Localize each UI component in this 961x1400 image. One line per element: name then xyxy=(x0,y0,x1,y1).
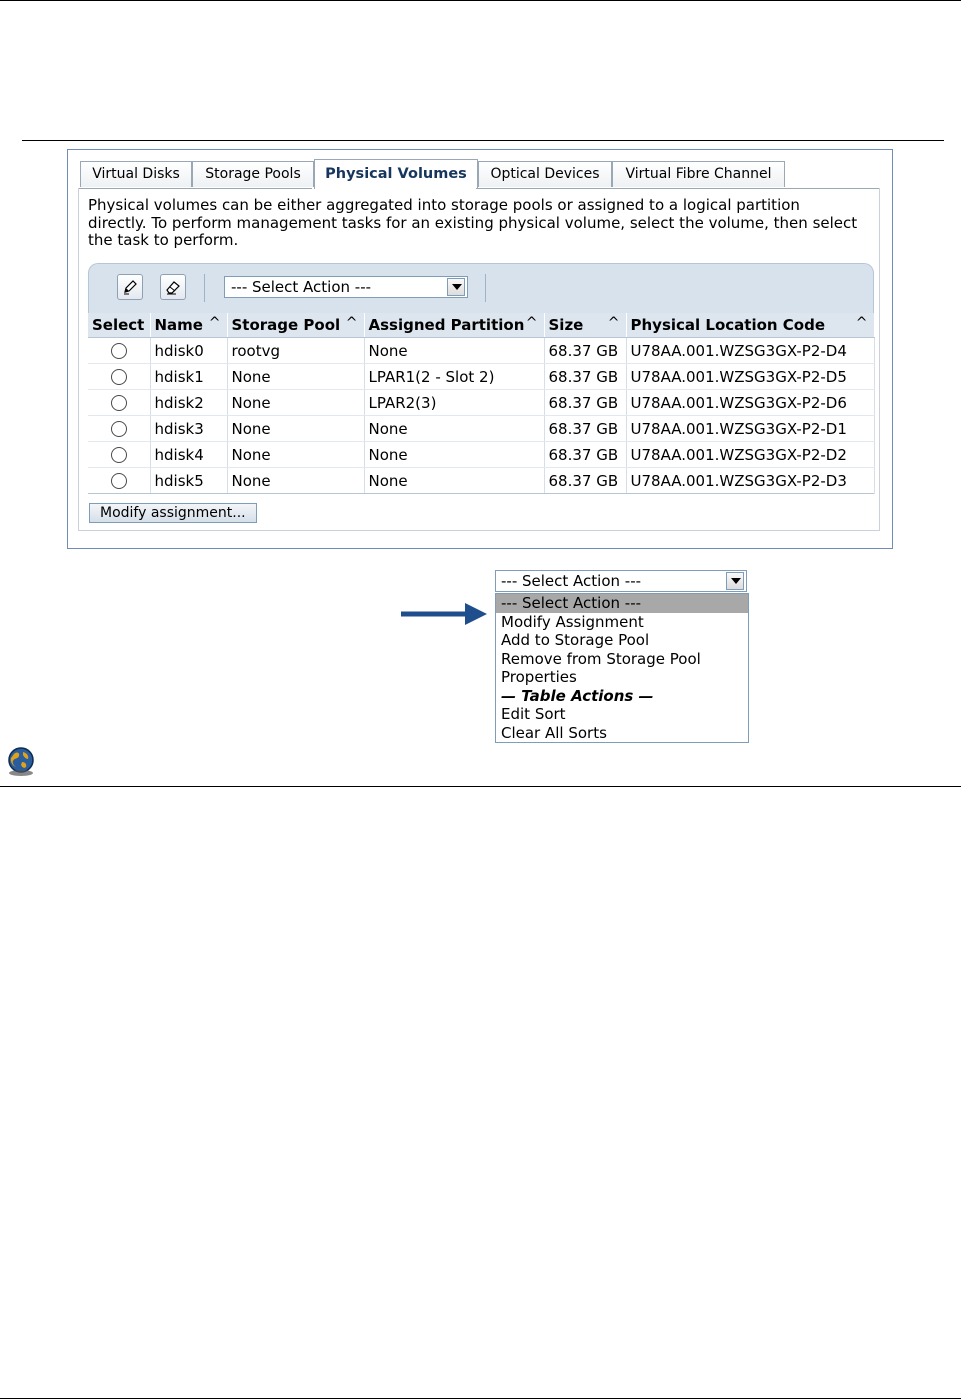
table-header-row: Select Name ^ Storage Pool ^ Assigned Part… xyxy=(88,313,875,338)
cell-storage-pool: None xyxy=(227,363,365,390)
cell-location-code: U78AA.001.WZSG3GX-P2-D5 xyxy=(626,363,875,390)
option-add-to-storage-pool[interactable]: Add to Storage Pool xyxy=(496,631,748,650)
row-select-radio[interactable] xyxy=(110,369,127,385)
cell-name: hdisk3 xyxy=(150,415,228,442)
chevron-down-icon[interactable] xyxy=(726,572,744,590)
cell-size: 68.37 GB xyxy=(544,467,627,494)
option-modify-assignment[interactable]: Modify Assignment xyxy=(496,613,748,632)
toolbar-separator xyxy=(204,274,205,302)
row-select-radio[interactable] xyxy=(110,343,127,359)
page-bottom-rule xyxy=(0,1398,961,1399)
header-rule xyxy=(22,140,944,141)
modify-assignment-button[interactable]: Modify assignment... xyxy=(89,503,257,523)
cell-name: hdisk2 xyxy=(150,389,228,416)
select-action-value: --- Select Action --- xyxy=(501,572,642,590)
cell-name: hdisk5 xyxy=(150,467,228,494)
table-row[interactable]: hdisk3 None None 68.37 GB U78AA.001.WZSG… xyxy=(88,415,875,442)
row-select-radio[interactable] xyxy=(110,473,127,489)
cell-assigned-partition: LPAR2(3) xyxy=(364,389,545,416)
sort-icon[interactable]: ^ xyxy=(856,315,868,331)
select-action-value: --- Select Action --- xyxy=(231,278,372,296)
select-action-dropdown-expanded[interactable]: --- Select Action --- xyxy=(495,570,747,592)
cell-size: 68.37 GB xyxy=(544,363,627,390)
option-properties[interactable]: Properties xyxy=(496,668,748,687)
column-label: Size xyxy=(548,316,584,334)
cell-storage-pool: None xyxy=(227,441,365,468)
tab-storage-pools[interactable]: Storage Pools xyxy=(192,161,314,187)
cell-location-code: U78AA.001.WZSG3GX-P2-D1 xyxy=(626,415,875,442)
option-edit-sort[interactable]: Edit Sort xyxy=(496,705,748,724)
tab-virtual-disks[interactable]: Virtual Disks xyxy=(80,161,192,187)
physical-volumes-panel: Virtual Disks Storage Pools Physical Vol… xyxy=(67,149,893,549)
physical-volumes-table: Select Name ^ Storage Pool ^ Assigned Part… xyxy=(88,313,875,494)
cell-name: hdisk4 xyxy=(150,441,228,468)
row-select-radio[interactable] xyxy=(110,395,127,411)
cell-location-code: U78AA.001.WZSG3GX-P2-D3 xyxy=(626,467,875,494)
cell-name: hdisk0 xyxy=(150,337,228,364)
column-label: Physical Location Code xyxy=(630,316,826,334)
select-action-options: --- Select Action --- Modify Assignment … xyxy=(495,593,749,743)
column-header-location-code[interactable]: Physical Location Code ^ xyxy=(626,313,875,338)
edit-sort-button[interactable] xyxy=(117,274,143,300)
row-select-radio[interactable] xyxy=(110,447,127,463)
sort-icon[interactable]: ^ xyxy=(209,315,221,331)
cell-assigned-partition: LPAR1(2 - Slot 2) xyxy=(364,363,545,390)
table-row[interactable]: hdisk0 rootvg None 68.37 GB U78AA.001.WZ… xyxy=(88,337,875,364)
table-row[interactable]: hdisk4 None None 68.37 GB U78AA.001.WZSG… xyxy=(88,441,875,468)
select-action-dropdown[interactable]: --- Select Action --- xyxy=(224,276,468,298)
table-footer-rule xyxy=(88,493,874,494)
cell-storage-pool: None xyxy=(227,415,365,442)
column-header-size[interactable]: Size ^ xyxy=(544,313,627,338)
tab-virtual-fibre-channel[interactable]: Virtual Fibre Channel xyxy=(612,161,785,187)
tab-optical-devices[interactable]: Optical Devices xyxy=(478,161,612,187)
option-clear-all-sorts[interactable]: Clear All Sorts xyxy=(496,724,748,743)
cell-name: hdisk1 xyxy=(150,363,228,390)
column-label: Name xyxy=(154,316,203,334)
sort-icon[interactable]: ^ xyxy=(346,315,358,331)
description-text: Physical volumes can be either aggregate… xyxy=(88,196,858,249)
cell-size: 68.37 GB xyxy=(544,441,627,468)
eraser-icon xyxy=(166,281,180,295)
cell-location-code: U78AA.001.WZSG3GX-P2-D6 xyxy=(626,389,875,416)
table-row[interactable]: hdisk5 None None 68.37 GB U78AA.001.WZSG… xyxy=(88,467,875,494)
globe-icon xyxy=(8,747,34,776)
sort-icon[interactable]: ^ xyxy=(526,315,538,331)
table-toolbar: --- Select Action --- xyxy=(88,263,874,317)
column-label: Assigned Partition xyxy=(368,316,525,334)
cell-storage-pool: None xyxy=(227,389,365,416)
column-header-select: Select xyxy=(88,313,151,338)
cell-location-code: U78AA.001.WZSG3GX-P2-D4 xyxy=(626,337,875,364)
table-row[interactable]: hdisk1 None LPAR1(2 - Slot 2) 68.37 GB U… xyxy=(88,363,875,390)
cell-storage-pool: None xyxy=(227,467,365,494)
table-row[interactable]: hdisk2 None LPAR2(3) 68.37 GB U78AA.001.… xyxy=(88,389,875,416)
cell-size: 68.37 GB xyxy=(544,337,627,364)
page-top-rule xyxy=(0,0,961,1)
tab-physical-volumes[interactable]: Physical Volumes xyxy=(314,159,478,189)
row-select-radio[interactable] xyxy=(110,421,127,437)
cell-size: 68.37 GB xyxy=(544,389,627,416)
column-label: Storage Pool xyxy=(231,316,341,334)
chevron-down-icon[interactable] xyxy=(447,278,465,296)
cell-assigned-partition: None xyxy=(364,415,545,442)
column-header-storage-pool[interactable]: Storage Pool ^ xyxy=(227,313,365,338)
cell-storage-pool: rootvg xyxy=(227,337,365,364)
cell-assigned-partition: None xyxy=(364,337,545,364)
sort-icon[interactable]: ^ xyxy=(608,315,620,331)
option-remove-from-storage-pool[interactable]: Remove from Storage Pool xyxy=(496,650,748,669)
option-group-table-actions: — Table Actions — xyxy=(501,686,654,705)
toolbar-separator xyxy=(485,274,486,302)
pencil-icon xyxy=(124,280,137,295)
column-header-name[interactable]: Name ^ xyxy=(150,313,228,338)
column-header-assigned-partition[interactable]: Assigned Partition ^ xyxy=(364,313,545,338)
cell-assigned-partition: None xyxy=(364,467,545,494)
cell-location-code: U78AA.001.WZSG3GX-P2-D2 xyxy=(626,441,875,468)
cell-assigned-partition: None xyxy=(364,441,545,468)
option-select-action[interactable]: --- Select Action --- xyxy=(496,594,748,613)
section-rule xyxy=(0,786,961,787)
cell-size: 68.37 GB xyxy=(544,415,627,442)
clear-sorts-button[interactable] xyxy=(160,274,186,300)
right-arrow-icon xyxy=(401,603,487,625)
